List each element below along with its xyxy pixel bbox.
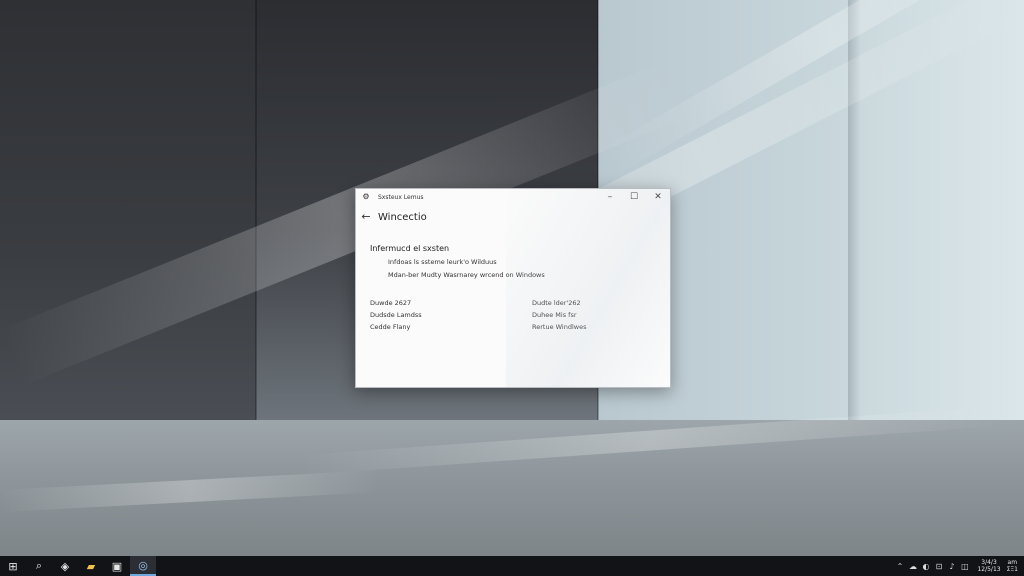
clock-extra-top: am	[1007, 559, 1018, 566]
task-view-button[interactable]: ◈	[52, 556, 78, 576]
title-bar[interactable]: ⚙ Sxsteux Lemus – ☐ ✕	[356, 189, 670, 205]
window-controls: – ☐ ✕	[598, 189, 670, 205]
settings-window[interactable]: ⚙ Sxsteux Lemus – ☐ ✕ ← Wincectio Inferm…	[355, 188, 671, 388]
search-button[interactable]: ⌕	[26, 556, 52, 576]
spec-item: Duhee Mis fsr	[532, 311, 577, 319]
store-icon: ▣	[111, 559, 123, 573]
spec-item: Cedde Flany	[370, 323, 411, 331]
page-title: Wincectio	[378, 211, 427, 223]
spec-item: Duwde 2627	[370, 299, 412, 307]
clock-extra-bottom: ΣΞ1	[1006, 566, 1018, 573]
spec-column-right: Dudte lder'262 Duhee Mis fsr Rertue Wind…	[532, 297, 652, 333]
notification-area[interactable]: am ΣΞ1	[1007, 559, 1018, 573]
search-icon: ⌕	[35, 559, 43, 572]
clock[interactable]: 3/4/3 12/5/13	[977, 559, 1000, 573]
volume-icon[interactable]: ♪	[945, 556, 958, 576]
store-button[interactable]: ▣	[104, 556, 130, 576]
clock-time: 3/4/3	[981, 559, 997, 566]
page-header: ← Wincectio	[360, 209, 427, 225]
battery-icon[interactable]: ◐	[919, 556, 932, 576]
clock-date: 12/5/13	[977, 566, 1001, 573]
wall-seam	[255, 0, 257, 420]
taskbar: ⊞ ⌕ ◈ ▰ ▣ ◎ ⌃ ☁ ◐ ⊡ ♪ ◫ 3/4/3 12/5/13 am…	[0, 556, 1024, 576]
language-icon[interactable]: ◫	[958, 556, 971, 576]
detail-line: Mdan-ber Mudty Wasrnarey wrcend on Windo…	[388, 271, 545, 279]
spec-column-left: Duwde 2627 Dudsde Lamdss Cedde Flany	[370, 297, 490, 333]
close-icon[interactable]: ✕	[646, 189, 670, 205]
show-hidden-icons-icon[interactable]: ⌃	[893, 556, 906, 576]
minimize-icon[interactable]: –	[598, 189, 622, 205]
window-title: Sxsteux Lemus	[378, 193, 424, 201]
spec-item: Rertue Windlwes	[532, 323, 587, 331]
spec-item: Dudsde Lamdss	[370, 311, 422, 319]
cloud-icon[interactable]: ☁	[906, 556, 919, 576]
network-icon[interactable]: ⊡	[932, 556, 945, 576]
settings-app-icon: ◎	[138, 558, 148, 572]
spec-item: Dudte lder'262	[532, 299, 581, 307]
detail-line: Infdoas ls ssteme leurk'o Wilduus	[388, 258, 497, 266]
section-heading: Infermucd el sxsten	[370, 244, 450, 253]
start-button[interactable]: ⊞	[0, 556, 26, 576]
file-explorer-button[interactable]: ▰	[78, 556, 104, 576]
windows-logo-icon: ⊞	[8, 559, 18, 573]
window-glare	[506, 189, 670, 387]
desktop-wallpaper: ⚙ Sxsteux Lemus – ☐ ✕ ← Wincectio Inferm…	[0, 0, 1024, 556]
maximize-icon[interactable]: ☐	[622, 189, 646, 205]
folder-icon: ▰	[86, 559, 96, 573]
task-view-icon: ◈	[60, 559, 70, 573]
system-tray: ⌃ ☁ ◐ ⊡ ♪ ◫ 3/4/3 12/5/13 am ΣΞ1	[893, 556, 1018, 576]
settings-app-button[interactable]: ◎	[130, 556, 156, 576]
back-arrow-icon[interactable]: ←	[360, 210, 372, 224]
gear-icon: ⚙	[362, 192, 370, 201]
